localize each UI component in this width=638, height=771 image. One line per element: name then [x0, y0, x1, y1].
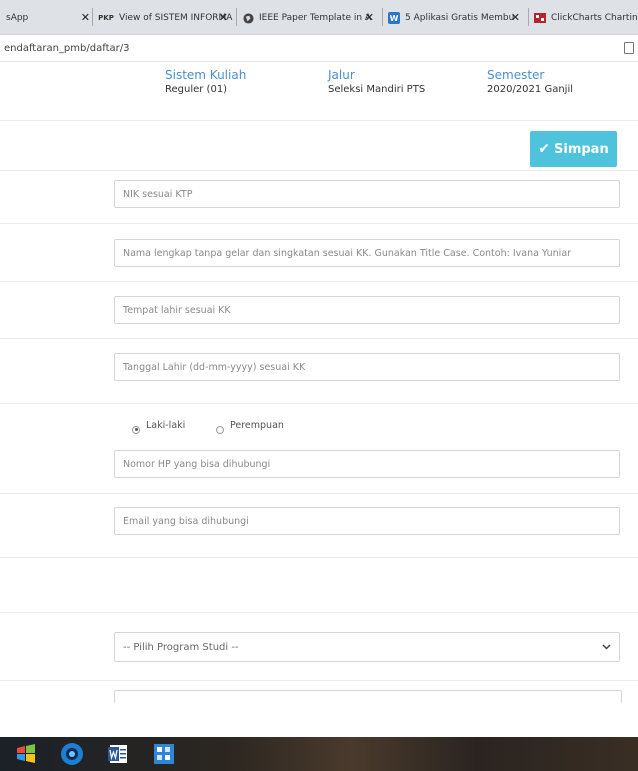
- divider: [0, 120, 638, 121]
- semester-label: Semester: [487, 68, 545, 82]
- w-icon: W: [388, 12, 400, 24]
- address-bar[interactable]: endaftaran_pmb/daftar/3: [0, 35, 638, 62]
- divider: [0, 680, 638, 681]
- jalur-value: Seleksi Mandiri PTS: [328, 84, 426, 95]
- jalur-label: Jalur: [328, 68, 355, 82]
- tab-divider: [528, 8, 529, 26]
- tab-divider: [236, 8, 237, 26]
- select-value: -- Pilih Program Studi --: [123, 641, 239, 653]
- sistem-kuliah-label: Sistem Kuliah: [165, 68, 247, 82]
- tab-ieee-template[interactable]: IEEE Paper Template in A ✕: [242, 4, 380, 32]
- tab-title: IEEE Paper Template in A: [259, 13, 372, 23]
- url-text[interactable]: endaftaran_pmb/daftar/3: [4, 43, 129, 54]
- tempat-lahir-input[interactable]: [114, 296, 620, 324]
- tab-aplikasi-gratis[interactable]: W 5 Aplikasi Gratis Membu ✕: [388, 4, 526, 32]
- windows-taskbar: [0, 737, 638, 771]
- tab-divider: [92, 8, 93, 26]
- divider: [0, 403, 638, 404]
- radio-perempuan[interactable]: Perempuan: [216, 420, 284, 434]
- tab-sistem-informasi[interactable]: PKP View of SISTEM INFORMA ✕: [98, 4, 234, 32]
- nik-input[interactable]: [114, 180, 620, 208]
- semester-info: Semester 2020/2021 Ganjil: [487, 68, 573, 95]
- close-icon[interactable]: ✕: [511, 11, 520, 24]
- divider: [0, 557, 638, 558]
- save-button-label: Simpan: [554, 141, 609, 157]
- radio-label-perempuan: Perempuan: [230, 420, 284, 431]
- word-icon[interactable]: [104, 740, 132, 768]
- semester-value: 2020/2021 Ganjil: [487, 84, 573, 95]
- clickcharts-icon: [534, 12, 546, 24]
- globe-icon: [242, 12, 254, 24]
- tab-title: ClickCharts Charting, M: [551, 13, 638, 23]
- pkp-icon: PKP: [98, 14, 114, 22]
- nama-input[interactable]: [114, 239, 620, 267]
- close-icon[interactable]: ✕: [219, 11, 228, 24]
- divider: [0, 338, 638, 339]
- divider: [0, 493, 638, 494]
- chevron-down-icon: [602, 642, 611, 653]
- next-field[interactable]: [114, 690, 622, 703]
- extension-icon[interactable]: [624, 42, 634, 54]
- radio-laki-laki[interactable]: Laki-laki: [132, 420, 186, 434]
- close-icon[interactable]: ✕: [81, 11, 90, 24]
- app-grid-icon[interactable]: [150, 740, 178, 768]
- check-icon: ✔: [538, 141, 551, 157]
- tab-title: View of SISTEM INFORMA: [119, 13, 233, 23]
- tab-whatsapp[interactable]: sApp ✕: [6, 4, 96, 32]
- sistem-kuliah-info: Sistem Kuliah Reguler (01): [165, 68, 246, 95]
- close-icon[interactable]: ✕: [365, 11, 374, 24]
- tab-divider: [382, 8, 383, 26]
- browser-tab-strip: sApp ✕ PKP View of SISTEM INFORMA ✕ IEEE…: [0, 0, 638, 35]
- tab-title: sApp: [6, 13, 29, 23]
- divider: [0, 223, 638, 224]
- browser-icon[interactable]: [58, 740, 86, 768]
- sistem-kuliah-value: Reguler (01): [165, 84, 228, 95]
- jalur-info: Jalur Seleksi Mandiri PTS: [328, 68, 425, 95]
- email-input[interactable]: [114, 507, 620, 535]
- divider: [0, 170, 638, 171]
- radio-unselected-icon[interactable]: [216, 425, 224, 434]
- tab-clickcharts[interactable]: ClickCharts Charting, M: [534, 4, 638, 32]
- radio-label-laki-laki: Laki-laki: [146, 420, 186, 431]
- program-studi-select[interactable]: -- Pilih Program Studi --: [114, 632, 620, 662]
- tanggal-lahir-input[interactable]: [114, 353, 620, 381]
- divider: [0, 281, 638, 282]
- divider: [0, 612, 638, 613]
- radio-selected-icon[interactable]: [132, 425, 140, 434]
- save-button[interactable]: ✔ Simpan: [530, 131, 617, 167]
- windows-start-icon[interactable]: [12, 740, 40, 768]
- tab-title: 5 Aplikasi Gratis Membu: [405, 13, 515, 23]
- phone-input[interactable]: [114, 450, 620, 478]
